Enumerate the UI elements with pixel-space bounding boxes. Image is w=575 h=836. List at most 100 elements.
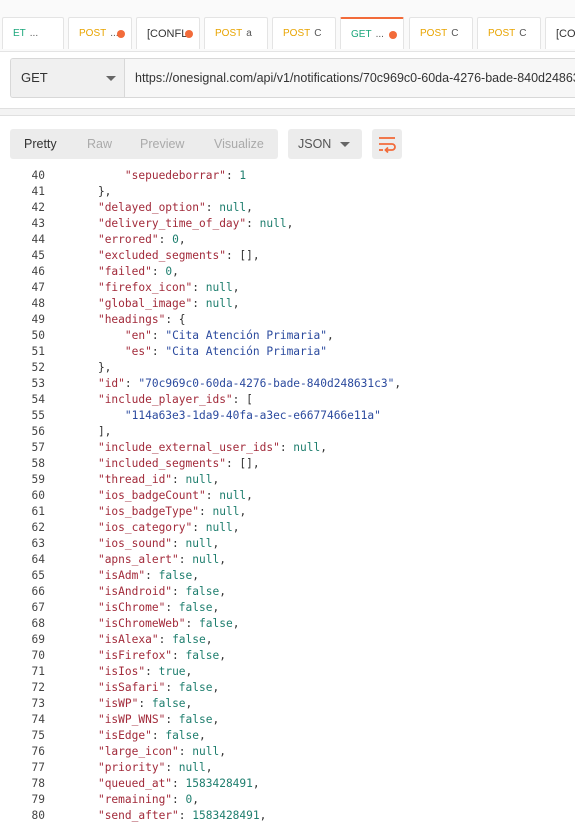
- code-line: 58 "included_segments": [],: [0, 456, 575, 472]
- line-number: 71: [31, 665, 45, 678]
- code-line: 42 "delayed_option": null,: [0, 200, 575, 216]
- code-text: "id": "70c969c0-60da-4276-bade-840d24863…: [97, 377, 402, 390]
- line-number: 74: [31, 713, 45, 726]
- code-line: 55 "114a63e3-1da9-40fa-a3ec-e6677466e11a…: [0, 408, 575, 424]
- code-text: "thread_id": null,: [97, 473, 220, 486]
- response-format-select[interactable]: JSON: [288, 129, 362, 159]
- request-tab[interactable]: [CONFL: [136, 17, 200, 49]
- line-number: 47: [31, 281, 45, 294]
- unsaved-changes-dot-icon: [117, 30, 125, 38]
- code-line: 63 "ios_sound": null,: [0, 536, 575, 552]
- code-text: "apns_alert": null,: [97, 553, 226, 566]
- code-line: 45 "excluded_segments": [],: [0, 248, 575, 264]
- request-tab[interactable]: GET...: [340, 17, 404, 49]
- line-number: 78: [31, 777, 45, 790]
- code-text: "isEdge": false,: [97, 729, 206, 742]
- code-line: 71 "isIos": true,: [0, 664, 575, 680]
- request-tab-method: POST: [420, 28, 448, 39]
- pane-resize-handle[interactable]: [0, 108, 575, 116]
- line-number: 57: [31, 441, 45, 454]
- line-number: 69: [31, 633, 45, 646]
- request-tab-bar: ◀ ET...POST...[CONFLPOSTaPOSTCGET...POST…: [0, 0, 575, 52]
- code-text: ],: [71, 425, 112, 438]
- code-line: 56 ],: [0, 424, 575, 440]
- unsaved-changes-dot-icon: [185, 30, 193, 38]
- code-text: "isIos": true,: [97, 665, 193, 678]
- code-line: 62 "ios_category": null,: [0, 520, 575, 536]
- line-number: 70: [31, 649, 45, 662]
- code-line: 68 "isChromeWeb": false,: [0, 616, 575, 632]
- request-tab-name: C: [314, 28, 322, 39]
- code-line: 51 "es": "Cita Atención Primaria": [0, 344, 575, 360]
- code-line: 59 "thread_id": null,: [0, 472, 575, 488]
- line-number: 61: [31, 505, 45, 518]
- code-line: 50 "en": "Cita Atención Primaria",: [0, 328, 575, 344]
- line-number: 64: [31, 553, 45, 566]
- request-tab-name: C: [519, 28, 527, 39]
- code-text: "excluded_segments": [],: [97, 249, 260, 262]
- code-text: "ios_sound": null,: [97, 537, 220, 550]
- request-tab[interactable]: POST C: [477, 17, 541, 49]
- request-url-input[interactable]: https://onesignal.com/api/v1/notificatio…: [125, 59, 575, 97]
- line-number: 79: [31, 793, 45, 806]
- code-text: "isChrome": false,: [97, 601, 220, 614]
- request-tab-name: ...: [29, 28, 39, 39]
- code-text: },: [71, 361, 112, 374]
- code-text: "ios_badgeCount": null,: [97, 489, 253, 502]
- code-text: "send_after": 1583428491,: [97, 809, 267, 822]
- code-text: "firefox_icon": null,: [97, 281, 240, 294]
- request-tab-method: ET: [13, 28, 26, 39]
- line-number: 63: [31, 537, 45, 550]
- wrap-lines-button[interactable]: [372, 129, 402, 159]
- code-text: "isAdm": false,: [97, 569, 200, 582]
- request-tab[interactable]: POST...: [68, 17, 132, 49]
- line-number: 45: [31, 249, 45, 262]
- code-line: 73 "isWP": false,: [0, 696, 575, 712]
- code-text: "include_external_user_ids": null,: [97, 441, 327, 454]
- code-line: 48 "global_image": null,: [0, 296, 575, 312]
- chevron-down-icon: [340, 142, 350, 147]
- code-text: "headings": {: [97, 313, 186, 326]
- code-text: "es": "Cita Atención Primaria": [124, 345, 327, 358]
- code-text: "include_player_ids": [: [97, 393, 253, 406]
- http-method-select[interactable]: GET: [11, 59, 125, 97]
- request-tab-method: [CON: [556, 28, 575, 40]
- request-tab[interactable]: POST C: [272, 17, 336, 49]
- code-line: 41 },: [0, 184, 575, 200]
- line-number: 62: [31, 521, 45, 534]
- code-line: 72 "isSafari": false,: [0, 680, 575, 696]
- tab-pretty[interactable]: Pretty: [24, 129, 57, 159]
- line-number: 43: [31, 217, 45, 230]
- tab-raw[interactable]: Raw: [87, 129, 112, 159]
- unsaved-changes-dot-icon: [389, 31, 397, 39]
- line-number: 44: [31, 233, 45, 246]
- code-line: 67 "isChrome": false,: [0, 600, 575, 616]
- code-line: 53 "id": "70c969c0-60da-4276-bade-840d24…: [0, 376, 575, 392]
- tab-visualize[interactable]: Visualize: [214, 129, 264, 159]
- code-line: 57 "include_external_user_ids": null,: [0, 440, 575, 456]
- code-text: },: [71, 185, 112, 198]
- code-line: 49 "headings": {: [0, 312, 575, 328]
- code-line: 54 "include_player_ids": [: [0, 392, 575, 408]
- code-line: 52 },: [0, 360, 575, 376]
- request-tab[interactable]: ET...: [2, 17, 64, 49]
- code-text: "ios_badgeType": null,: [97, 505, 247, 518]
- request-tab-name: ...: [375, 29, 384, 40]
- code-text: "isChromeWeb": false,: [97, 617, 240, 630]
- code-line: 44 "errored": 0,: [0, 232, 575, 248]
- chevron-down-icon: [106, 76, 116, 81]
- code-text: "ios_category": null,: [97, 521, 240, 534]
- request-tab[interactable]: [CON: [545, 17, 575, 49]
- line-number: 54: [31, 393, 45, 406]
- tab-preview[interactable]: Preview: [140, 129, 184, 159]
- request-tab[interactable]: POST C: [409, 17, 473, 49]
- request-tab-method: POST: [79, 28, 107, 39]
- response-body-viewer[interactable]: 40 "sepuedeborrar": 1 41 }, 42 "delayed_op…: [0, 168, 575, 836]
- code-line: 60 "ios_badgeCount": null,: [0, 488, 575, 504]
- line-number: 52: [31, 361, 45, 374]
- request-tab-method: [CONFL: [147, 28, 188, 40]
- line-number: 66: [31, 585, 45, 598]
- response-toolbar: Pretty Raw Preview Visualize JSON: [0, 117, 575, 169]
- code-line: 64 "apns_alert": null,: [0, 552, 575, 568]
- request-tab[interactable]: POST a: [204, 17, 268, 49]
